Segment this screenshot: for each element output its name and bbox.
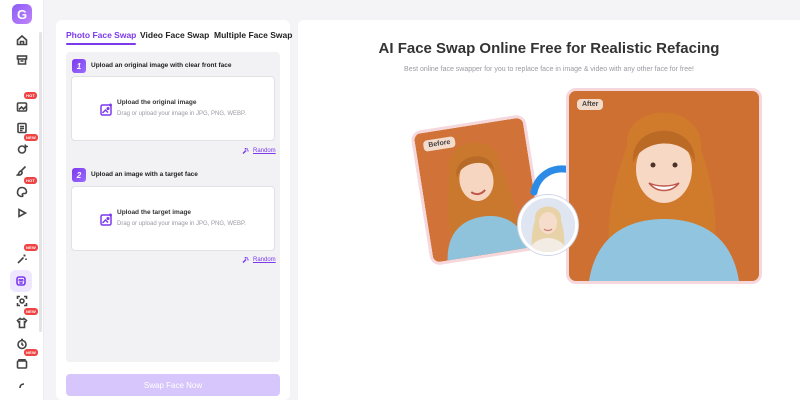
page-subtitle: Best online face swapper for you to repl… [404, 66, 694, 73]
random-target-link[interactable]: Random [242, 256, 276, 264]
new-badge: NEW [24, 134, 38, 141]
steps-container: 1 Upload an original image with clear fr… [66, 52, 280, 362]
random-original-link[interactable]: Random [242, 147, 276, 155]
face-swap-icon[interactable] [10, 270, 32, 292]
tab-photo-face-swap[interactable]: Photo Face Swap [66, 30, 137, 45]
scan-icon[interactable] [14, 293, 30, 309]
tab-video-face-swap[interactable]: Video Face Swap [140, 30, 209, 40]
random-label: Random [253, 148, 276, 154]
new-badge: NEW [24, 308, 38, 315]
home-icon[interactable] [14, 32, 30, 48]
tab-bar: Photo Face Swap Video Face Swap Multiple… [66, 30, 292, 54]
add-image-icon [100, 213, 113, 226]
step-1-text: Upload an original image with clear fron… [91, 62, 232, 69]
archive-icon[interactable] [14, 52, 30, 68]
step-1-number: 1 [72, 59, 86, 73]
step-2-text: Upload an image with a target face [91, 171, 198, 178]
upload-original-dropzone[interactable]: Upload the original image Drag or upload… [71, 76, 275, 141]
shirt-icon[interactable]: NEW [14, 308, 38, 331]
sparkle-face-icon[interactable]: NEW [14, 134, 38, 157]
new-badge: NEW [24, 244, 38, 251]
upload-target-hint: Drag or upload your image in JPG, PNG, W… [117, 221, 246, 227]
page-title: AI Face Swap Online Free for Realistic R… [378, 40, 720, 57]
new-badge: NEW [24, 349, 38, 356]
swap-face-button[interactable]: Swap Face Now [66, 374, 280, 396]
upload-target-dropzone[interactable]: Upload the target image Drag or upload y… [71, 186, 275, 251]
palette-icon[interactable]: HOT [14, 177, 38, 200]
random-icon [242, 257, 249, 264]
magic-icon[interactable]: NEW [14, 244, 38, 267]
after-photo: After [566, 88, 762, 284]
main-content: AI Face Swap Online Free for Realistic R… [298, 20, 800, 400]
tab-multiple-face-swap[interactable]: Multiple Face Swap [214, 30, 292, 40]
video-icon[interactable] [14, 205, 30, 221]
random-icon [242, 148, 249, 155]
rail-scrollbar[interactable] [39, 32, 42, 332]
face-swap-panel: Photo Face Swap Video Face Swap Multiple… [56, 20, 292, 400]
hot-badge: HOT [24, 92, 38, 99]
after-label: After [577, 99, 604, 110]
upload-target-title: Upload the target image [117, 209, 192, 216]
more-icon[interactable] [14, 377, 30, 393]
upload-original-title: Upload the original image [117, 99, 197, 106]
image-edit-icon[interactable]: HOT [14, 92, 38, 115]
hot-badge: HOT [24, 177, 38, 184]
app-logo[interactable]: G [12, 4, 32, 24]
add-image-icon [100, 103, 113, 116]
gallery-icon[interactable]: NEW [14, 349, 38, 372]
left-rail: G HOT NEW HOT NEW NEW NEW [0, 0, 44, 400]
target-face-thumbnail [518, 195, 578, 255]
step-2-number: 2 [72, 168, 86, 182]
upload-original-hint: Drag or upload your image in JPG, PNG, W… [117, 111, 246, 117]
random-label: Random [253, 257, 276, 263]
